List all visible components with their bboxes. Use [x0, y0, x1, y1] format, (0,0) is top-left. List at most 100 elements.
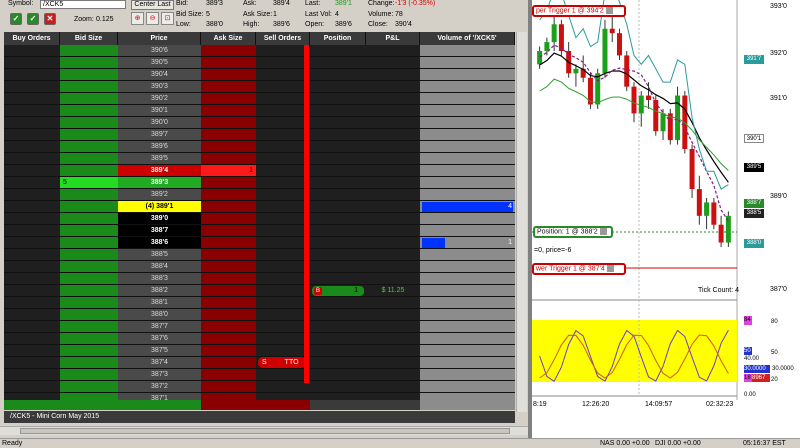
price-cell[interactable]: 388'3 — [118, 273, 201, 285]
price-cell[interactable]: 388'4 — [118, 261, 201, 273]
price-cell[interactable]: 389'6 — [118, 141, 201, 153]
bid-size-cell[interactable] — [60, 201, 118, 213]
price-chart[interactable]: 393'0 392'0 391'0 389'0 387'0 per Trigger 1 … — [532, 0, 800, 438]
bid-size-cell[interactable] — [60, 57, 118, 69]
price-cell[interactable]: 388'2 — [118, 285, 201, 297]
ask-size-cell[interactable] — [201, 177, 256, 189]
sell-order-cell[interactable] — [256, 201, 310, 213]
col-position[interactable]: Position — [310, 32, 366, 45]
ask-size-cell[interactable] — [201, 57, 256, 69]
buy-order-cell[interactable] — [4, 273, 60, 285]
check-all-icon[interactable]: ✓ — [27, 13, 39, 25]
zoom-reset-icon[interactable]: ⊡ — [161, 12, 174, 25]
bid-size-cell[interactable] — [60, 357, 118, 369]
price-cell[interactable]: 389'0 — [118, 213, 201, 225]
price-cell[interactable]: 388'7 — [118, 225, 201, 237]
sell-order-cell[interactable] — [256, 177, 310, 189]
price-cell[interactable]: 390'2 — [118, 93, 201, 105]
buy-order-cell[interactable] — [4, 81, 60, 93]
price-cell[interactable]: 390'0 — [118, 117, 201, 129]
sell-order-cell[interactable] — [256, 57, 310, 69]
price-cell[interactable]: 388'1 — [118, 297, 201, 309]
sell-order-cell[interactable] — [256, 369, 310, 381]
price-cell[interactable]: 390'6 — [118, 45, 201, 57]
bid-size-cell[interactable] — [60, 285, 118, 297]
buy-order-cell[interactable] — [4, 93, 60, 105]
price-cell[interactable]: 390'3 — [118, 81, 201, 93]
ask-size-cell[interactable] — [201, 225, 256, 237]
bid-size-cell[interactable] — [60, 165, 118, 177]
price-cell[interactable]: 387'3 — [118, 369, 201, 381]
sell-order-cell[interactable] — [256, 237, 310, 249]
ask-size-cell[interactable] — [201, 129, 256, 141]
bid-size-cell[interactable] — [60, 153, 118, 165]
ask-size-cell[interactable] — [201, 273, 256, 285]
price-cell[interactable]: 390'4 — [118, 69, 201, 81]
trigger-close-icon[interactable] — [605, 7, 613, 14]
bid-size-cell[interactable] — [60, 93, 118, 105]
buy-order-cell[interactable] — [4, 285, 60, 297]
zoom-out-icon[interactable]: ⊖ — [146, 12, 159, 25]
buy-order-cell[interactable] — [4, 369, 60, 381]
scroll-thumb[interactable] — [20, 428, 510, 434]
upper-trigger-label[interactable]: per Trigger 1 @ 394'2 — [532, 5, 626, 17]
bid-size-cell[interactable] — [60, 129, 118, 141]
buy-order-cell[interactable] — [4, 69, 60, 81]
sell-order-cell[interactable] — [256, 225, 310, 237]
price-cell[interactable]: 390'5 — [118, 57, 201, 69]
sell-order-cell[interactable] — [256, 153, 310, 165]
ask-size-cell[interactable] — [201, 357, 256, 369]
col-sell-orders[interactable]: Sell Orders — [256, 32, 310, 45]
price-cell[interactable]: 388'5 — [118, 249, 201, 261]
ask-size-cell[interactable] — [201, 345, 256, 357]
bid-size-cell[interactable] — [60, 237, 118, 249]
lower-trigger-label[interactable]: wer Trigger 1 @ 387'4 — [532, 263, 626, 275]
sell-order-cell[interactable] — [256, 309, 310, 321]
buy-order-cell[interactable] — [4, 249, 60, 261]
bid-size-cell[interactable] — [60, 333, 118, 345]
col-volume[interactable]: Volume of '/XCK5' — [420, 32, 515, 45]
sell-order-cell[interactable] — [256, 285, 310, 297]
ask-size-cell[interactable] — [201, 69, 256, 81]
ask-size-cell[interactable] — [201, 369, 256, 381]
check-icon[interactable]: ✓ — [10, 13, 22, 25]
sell-order-cell[interactable] — [256, 333, 310, 345]
horizontal-scrollbar[interactable] — [0, 426, 528, 435]
col-pnl[interactable]: P&L — [366, 32, 420, 45]
sell-order-cell[interactable] — [256, 141, 310, 153]
bid-size-cell[interactable] — [60, 345, 118, 357]
buy-order-cell[interactable] — [4, 321, 60, 333]
price-cell[interactable]: 389'5 — [118, 153, 201, 165]
symbol-input[interactable]: /XCK5 — [40, 0, 126, 9]
sell-order-cell[interactable] — [256, 321, 310, 333]
sell-order-cell[interactable] — [256, 213, 310, 225]
cancel-all-icon[interactable]: ✕ — [44, 13, 56, 25]
price-cell[interactable]: 389'7 — [118, 129, 201, 141]
buy-order-cell[interactable] — [4, 45, 60, 57]
price-cell[interactable]: 389'2 — [118, 189, 201, 201]
ask-size-cell[interactable]: 1 — [201, 165, 256, 177]
bid-size-cell[interactable] — [60, 141, 118, 153]
sell-order-cell[interactable] — [256, 297, 310, 309]
price-cell[interactable]: 388'0 — [118, 309, 201, 321]
ask-size-cell[interactable] — [201, 333, 256, 345]
bid-size-cell[interactable] — [60, 273, 118, 285]
sell-order-cell[interactable] — [256, 45, 310, 57]
price-cell[interactable]: 387'2 — [118, 381, 201, 393]
buy-order-cell[interactable] — [4, 165, 60, 177]
ask-size-cell[interactable] — [201, 321, 256, 333]
buy-order-cell[interactable] — [4, 141, 60, 153]
bid-size-cell[interactable] — [60, 309, 118, 321]
ask-size-cell[interactable] — [201, 105, 256, 117]
price-cell[interactable]: (4) 389'1 — [118, 201, 201, 213]
sell-order-cell[interactable] — [256, 93, 310, 105]
position-close-icon[interactable] — [599, 228, 607, 235]
bid-size-cell[interactable] — [60, 81, 118, 93]
price-cell[interactable]: 387'6 — [118, 333, 201, 345]
sell-order-cell[interactable] — [256, 165, 310, 177]
ask-size-cell[interactable] — [201, 93, 256, 105]
zoom-in-icon[interactable]: ⊕ — [131, 12, 144, 25]
buy-order-cell[interactable] — [4, 57, 60, 69]
col-buy-orders[interactable]: Buy Orders — [4, 32, 60, 45]
price-cell[interactable]: 389'4 — [118, 165, 201, 177]
